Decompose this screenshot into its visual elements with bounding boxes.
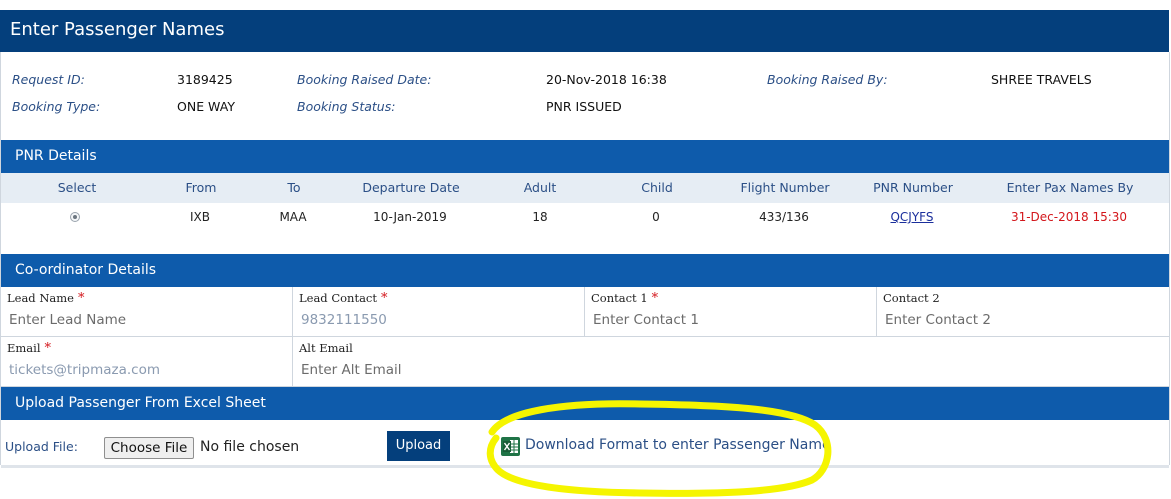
col-to: To — [287, 180, 301, 195]
request-id-value: 3189425 — [177, 72, 233, 87]
lead-contact-input[interactable] — [299, 309, 563, 331]
col-select: Select — [57, 180, 97, 195]
col-from: From — [185, 180, 217, 195]
lead-contact-cell: Lead Contact * — [293, 287, 585, 337]
raised-by-value: SHREE TRAVELS — [991, 72, 1092, 87]
raised-date-value: 20-Nov-2018 16:38 — [546, 72, 667, 87]
cell-adult: 18 — [532, 210, 548, 224]
pnr-table-header: Select From To Departure Date Adult Chil… — [1, 173, 1169, 203]
col-pax-names-by: Enter Pax Names By — [1006, 180, 1134, 195]
cell-to: MAA — [279, 210, 307, 224]
booking-type-label: Booking Type: — [12, 99, 101, 114]
booking-status-value: PNR ISSUED — [546, 99, 622, 114]
select-radio[interactable] — [70, 212, 80, 222]
cell-from: IXB — [190, 210, 210, 224]
lead-name-input[interactable] — [7, 309, 271, 331]
contact1-label-text: Contact 1 — [591, 291, 648, 305]
upload-file-label: Upload File: — [5, 439, 78, 454]
col-pnr-number: PNR Number — [873, 180, 953, 195]
request-id-label: Request ID: — [12, 72, 85, 87]
lead-name-label-text: Lead Name — [7, 291, 74, 305]
cell-pax-names-by: 31-Dec-2018 15:30 — [1010, 210, 1128, 224]
alt-email-cell: Alt Email — [293, 337, 1169, 387]
pnr-section-header: PNR Details — [1, 140, 1169, 173]
top-strip — [0, 0, 1171, 10]
coordinator-section-header: Co-ordinator Details — [1, 254, 1169, 287]
upload-section-header: Upload Passenger From Excel Sheet — [1, 387, 1169, 420]
contact2-input[interactable] — [883, 309, 1147, 331]
alt-email-input[interactable] — [299, 359, 563, 381]
booking-type-value: ONE WAY — [177, 99, 235, 114]
required-mark: * — [380, 291, 388, 306]
lead-contact-label-text: Lead Contact — [299, 291, 377, 305]
excel-icon[interactable] — [501, 437, 520, 456]
upload-button[interactable]: Upload — [387, 431, 450, 461]
contact1-label: Contact 1 * — [591, 291, 658, 306]
col-flight-number: Flight Number — [740, 180, 830, 195]
email-input[interactable] — [7, 359, 271, 381]
pnr-number-link[interactable]: QCJYFS — [852, 207, 972, 227]
contact2-cell: Contact 2 — [877, 287, 1169, 337]
col-adult: Adult — [523, 180, 557, 195]
email-label-text: Email — [7, 341, 41, 355]
required-mark: * — [44, 341, 52, 356]
contact1-cell: Contact 1 * — [585, 287, 877, 337]
choose-file-button[interactable]: Choose File — [104, 437, 194, 459]
required-mark: * — [77, 291, 85, 306]
page-title: Enter Passenger Names — [0, 10, 1169, 52]
cell-departure-date: 10-Jan-2019 — [373, 210, 447, 224]
lead-name-cell: Lead Name * — [1, 287, 293, 337]
raised-date-label: Booking Raised Date: — [297, 72, 432, 87]
email-label: Email * — [7, 341, 51, 356]
required-mark: * — [651, 291, 659, 306]
cell-flight-number: 433/136 — [759, 210, 809, 224]
bottom-border — [1, 465, 1169, 468]
download-format-link[interactable]: Download Format to enter Passenger Name — [525, 437, 831, 453]
col-child: Child — [641, 180, 673, 195]
alt-email-label: Alt Email — [299, 341, 353, 355]
booking-status-label: Booking Status: — [297, 99, 396, 114]
cell-child: 0 — [652, 210, 660, 224]
contact1-input[interactable] — [591, 309, 855, 331]
contact2-label: Contact 2 — [883, 291, 940, 305]
lead-name-label: Lead Name * — [7, 291, 84, 306]
lead-contact-label: Lead Contact * — [299, 291, 387, 306]
no-file-text: No file chosen — [200, 439, 300, 455]
raised-by-label: Booking Raised By: — [767, 72, 888, 87]
col-departure-date: Departure Date — [362, 180, 460, 195]
email-cell: Email * — [1, 337, 293, 387]
